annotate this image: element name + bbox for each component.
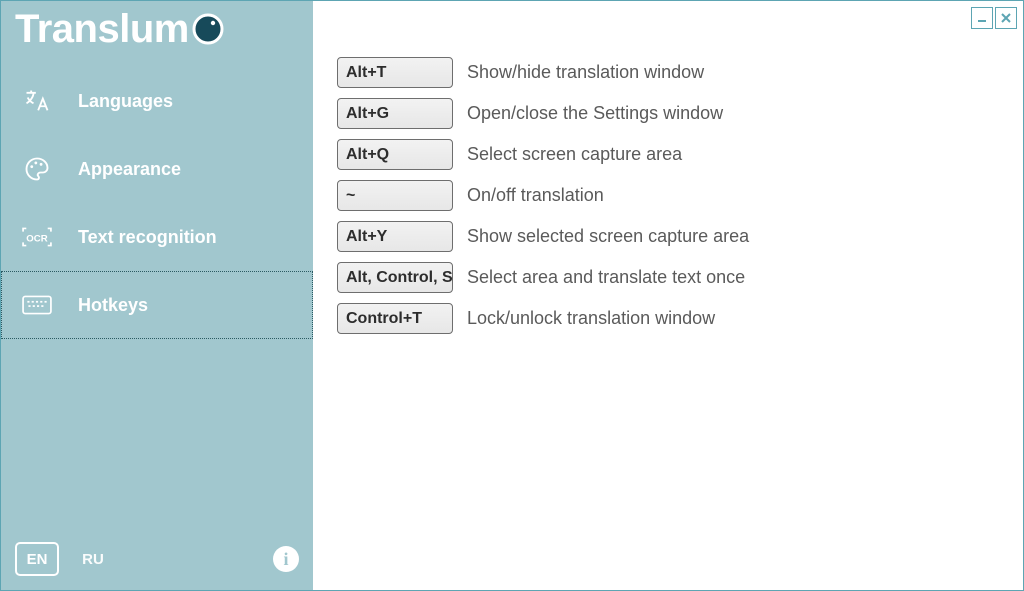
close-button[interactable] xyxy=(995,7,1017,29)
info-icon: i xyxy=(283,549,288,570)
ocr-icon: OCR xyxy=(22,222,52,252)
hotkey-description: Select screen capture area xyxy=(467,144,682,165)
hotkey-row: Alt+G Open/close the Settings window xyxy=(337,98,999,129)
hotkey-description: Select area and translate text once xyxy=(467,267,745,288)
hotkey-row: ~ On/off translation xyxy=(337,180,999,211)
main-content: Alt+T Show/hide translation window Alt+G Op… xyxy=(313,1,1023,590)
sidebar-footer: EN RU i xyxy=(15,542,299,576)
hotkey-input[interactable]: Alt+Q xyxy=(337,139,453,170)
translate-icon xyxy=(22,86,52,116)
app-logo: Translum xyxy=(1,1,313,67)
sidebar-nav: Languages Appearance OCR Text recogni xyxy=(1,67,313,339)
sidebar-item-languages[interactable]: Languages xyxy=(1,67,313,135)
hotkey-input[interactable]: Alt+T xyxy=(337,57,453,88)
hotkey-input[interactable]: Alt+G xyxy=(337,98,453,129)
hotkey-input[interactable]: Alt, Control, S xyxy=(337,262,453,293)
minimize-button[interactable] xyxy=(971,7,993,29)
palette-icon xyxy=(22,154,52,184)
sidebar-item-label: Text recognition xyxy=(78,228,217,246)
window-controls xyxy=(971,7,1017,29)
hotkey-description: Show/hide translation window xyxy=(467,62,704,83)
sidebar-item-label: Languages xyxy=(78,92,173,110)
sidebar-item-text-recognition[interactable]: OCR Text recognition xyxy=(1,203,313,271)
hotkey-input[interactable]: Alt+Y xyxy=(337,221,453,252)
sidebar-item-label: Hotkeys xyxy=(78,296,148,314)
sidebar-item-label: Appearance xyxy=(78,160,181,178)
hotkey-description: On/off translation xyxy=(467,185,604,206)
hotkey-row: Alt+Q Select screen capture area xyxy=(337,139,999,170)
hotkey-input[interactable]: Control+T xyxy=(337,303,453,334)
sidebar-item-appearance[interactable]: Appearance xyxy=(1,135,313,203)
sidebar-item-hotkeys[interactable]: Hotkeys xyxy=(1,271,313,339)
logo-icon xyxy=(191,12,225,46)
hotkey-description: Open/close the Settings window xyxy=(467,103,723,124)
hotkey-description: Lock/unlock translation window xyxy=(467,308,715,329)
hotkey-row: Control+T Lock/unlock translation window xyxy=(337,303,999,334)
hotkey-row: Alt+T Show/hide translation window xyxy=(337,57,999,88)
hotkey-list: Alt+T Show/hide translation window Alt+G Op… xyxy=(337,57,999,334)
svg-text:OCR: OCR xyxy=(26,233,47,244)
hotkey-description: Show selected screen capture area xyxy=(467,226,749,247)
sidebar: Translum Languages xyxy=(1,1,313,590)
hotkey-row: Alt+Y Show selected screen capture area xyxy=(337,221,999,252)
app-name: Translum xyxy=(15,9,189,49)
info-button[interactable]: i xyxy=(273,546,299,572)
language-ru-button[interactable]: RU xyxy=(71,542,115,576)
language-en-button[interactable]: EN xyxy=(15,542,59,576)
hotkey-row: Alt, Control, S Select area and translate… xyxy=(337,262,999,293)
hotkey-input[interactable]: ~ xyxy=(337,180,453,211)
keyboard-icon xyxy=(22,290,52,320)
